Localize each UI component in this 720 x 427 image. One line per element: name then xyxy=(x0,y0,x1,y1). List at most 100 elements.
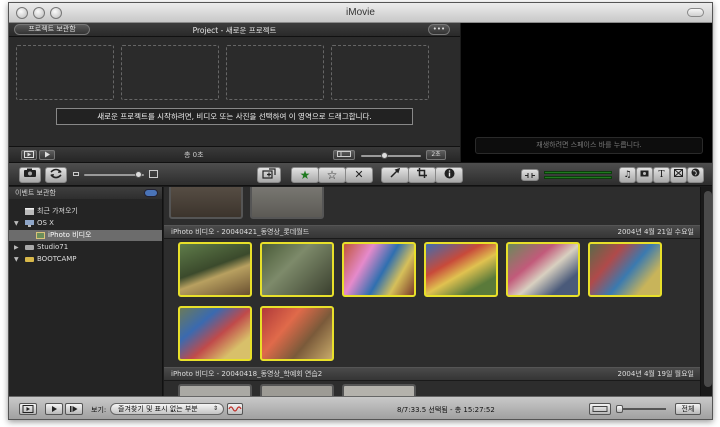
drop-slot[interactable] xyxy=(226,45,324,100)
sidebar-header-label: 이벤트 보관함 xyxy=(15,189,56,197)
sidebar-item-label: Studio71 xyxy=(37,243,69,251)
map-browser-button[interactable] xyxy=(687,167,704,183)
video-clip-thumbnail[interactable] xyxy=(588,242,662,297)
show-filter-value: 즐겨찾기 및 표시 없는 부분 xyxy=(118,405,198,413)
play-selection-button[interactable] xyxy=(45,403,63,415)
sidebar-item-iphoto-video[interactable]: iPhoto 비디오 xyxy=(9,230,162,241)
music-browser-button[interactable]: ♫ xyxy=(619,167,636,183)
play-selection-fullscreen-button[interactable] xyxy=(19,403,37,415)
bottom-bar: 보기: 즐겨찾기 및 표시 없는 부분 ⇕ 8/7:33.5 선택됨 - 총 1… xyxy=(9,396,712,419)
photo-browser-button[interactable] xyxy=(636,167,653,183)
play-all-button[interactable] xyxy=(65,403,83,415)
scrollbar-thumb[interactable] xyxy=(704,191,712,387)
project-header: 프로젝트 보관함 Project - 새로운 프로젝트 ••• xyxy=(9,23,460,37)
waveform-toggle-button[interactable] xyxy=(227,403,243,415)
crop-button[interactable] xyxy=(408,167,436,183)
sidebar-item-bootcamp[interactable]: ▼ BOOTCAMP xyxy=(9,254,162,265)
filmstrip-length-knob[interactable] xyxy=(616,405,623,413)
filmstrip-icon xyxy=(592,406,608,412)
window-title: iMovie xyxy=(346,7,375,18)
add-to-project-button[interactable] xyxy=(257,167,281,183)
video-clip-thumbnail[interactable] xyxy=(250,187,324,219)
drop-slot[interactable] xyxy=(16,45,114,100)
video-clip-thumbnail[interactable] xyxy=(342,384,416,396)
viewer-hint: 재생하려면 스페이스 바를 누릅니다. xyxy=(475,137,703,154)
sidebar-item-studio71[interactable]: ▶ Studio71 xyxy=(9,242,162,253)
video-clip-thumbnail[interactable] xyxy=(260,384,334,396)
filmstrip-icon xyxy=(337,151,351,157)
video-clip-thumbnail[interactable] xyxy=(424,242,498,297)
project-zoom-knob[interactable] xyxy=(381,152,388,159)
clip-size-button[interactable] xyxy=(333,150,355,160)
inspector-button[interactable] xyxy=(435,167,463,183)
show-label: 보기: xyxy=(91,406,107,414)
video-clip-thumbnail[interactable] xyxy=(178,242,252,297)
drop-slot[interactable] xyxy=(331,45,429,100)
library-view-toggle[interactable] xyxy=(144,189,158,197)
drop-slot[interactable] xyxy=(121,45,219,100)
disclosure-closed-icon: ▶ xyxy=(14,244,19,251)
music-note-icon: ♫ xyxy=(623,170,632,180)
swap-panes-button[interactable] xyxy=(45,167,67,183)
project-options-button[interactable]: ••• xyxy=(428,24,450,35)
computer-icon xyxy=(25,220,34,227)
video-clip-thumbnail[interactable] xyxy=(178,306,252,361)
event-date: 2004년 4월 19일 월요일 xyxy=(617,370,695,378)
thumbnail-size-knob[interactable] xyxy=(135,171,142,178)
play-fullscreen-button[interactable] xyxy=(21,150,37,160)
filmstrip-length-button[interactable] xyxy=(589,403,611,415)
video-clip-thumbnail[interactable] xyxy=(342,242,416,297)
reject-button[interactable]: ✕ xyxy=(345,167,373,183)
zoom-value: 2초 xyxy=(426,150,446,160)
project-zoom-slider[interactable] xyxy=(361,155,421,157)
info-icon xyxy=(444,168,454,179)
mark-favorite-button[interactable]: ★ xyxy=(291,167,319,183)
project-title: Project - 새로운 프로젝트 xyxy=(192,26,277,35)
waveform-icon xyxy=(228,406,242,412)
audio-icon xyxy=(525,173,535,178)
camera-icon xyxy=(24,168,36,177)
disclosure-open-icon: ▼ xyxy=(14,220,19,227)
chevron-updown-icon: ⇕ xyxy=(212,405,218,412)
toolbar-toggle-button[interactable] xyxy=(687,8,704,17)
browser-scrollbar[interactable] xyxy=(700,187,712,396)
disclosure-open-icon: ▼ xyxy=(14,256,19,263)
keyword-button[interactable] xyxy=(381,167,409,183)
audio-level-meter-left xyxy=(544,171,612,174)
event-header: iPhoto 비디오 - 20040418_동영상_학예회 연습2 2004년 … xyxy=(164,367,700,381)
title-t-icon: T xyxy=(658,170,665,180)
event-browser: iPhoto 비디오 - 20040421_동영상_롯데월드 2004년 4월 … xyxy=(164,187,700,396)
video-clip-thumbnail[interactable] xyxy=(260,242,334,297)
star-outline-icon: ☆ xyxy=(326,168,338,182)
clapper-icon xyxy=(25,208,34,215)
filmstrip-length-slider[interactable] xyxy=(616,408,666,410)
play-icon xyxy=(45,151,50,158)
sidebar-item-recent-import[interactable]: 최근 가져오기 xyxy=(9,206,162,217)
title-browser-button[interactable]: T xyxy=(653,167,670,183)
small-thumb-icon xyxy=(73,172,79,176)
audio-level-meter-right xyxy=(544,176,612,179)
video-clip-thumbnail[interactable] xyxy=(260,306,334,361)
sidebar-header: 이벤트 보관함 xyxy=(9,187,162,199)
sidebar-item-osx[interactable]: ▼ OS X xyxy=(9,218,162,229)
show-all-button[interactable]: 전체 xyxy=(675,403,701,415)
import-camera-button[interactable] xyxy=(19,167,41,183)
unmark-button[interactable]: ☆ xyxy=(318,167,346,183)
star-filled-icon: ★ xyxy=(299,168,311,182)
project-duration: 총 0초 xyxy=(184,151,204,159)
video-clip-thumbnail[interactable] xyxy=(178,384,252,396)
video-clip-thumbnail[interactable] xyxy=(506,242,580,297)
video-clip-thumbnail[interactable] xyxy=(169,187,243,219)
play-icon xyxy=(52,406,57,412)
play-button[interactable] xyxy=(39,150,55,160)
show-filter-select[interactable]: 즐겨찾기 및 표시 없는 부분 ⇕ xyxy=(110,403,224,415)
swap-arrows-icon xyxy=(50,168,62,179)
iphoto-icon xyxy=(36,232,45,239)
audio-skimming-button[interactable] xyxy=(521,169,539,181)
drop-hint: 새로운 프로젝트를 시작하려면, 비디오 또는 사진을 선택하여 이 영역으로 … xyxy=(56,108,413,125)
crop-icon xyxy=(417,168,427,178)
transition-icon xyxy=(674,169,683,177)
sidebar-item-label: 최근 가져오기 xyxy=(37,207,78,215)
event-header: iPhoto 비디오 - 20040421_동영상_롯데월드 2004년 4월 … xyxy=(164,225,700,239)
transition-browser-button[interactable] xyxy=(670,167,687,183)
